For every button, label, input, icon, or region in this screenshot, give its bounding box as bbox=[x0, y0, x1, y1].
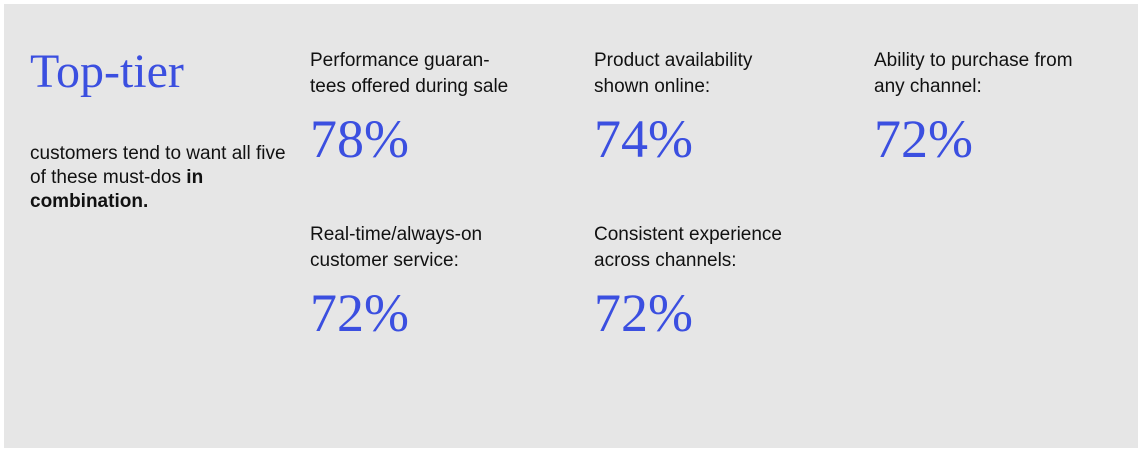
stat-label: Product availability shown online: bbox=[594, 50, 753, 97]
infographic-panel: Top-tier customers tend to want all five… bbox=[4, 4, 1138, 448]
stat-performance-guarantees: Performance guaran- tees offered during … bbox=[310, 48, 580, 166]
stat-label: Ability to purchase from any channel: bbox=[874, 50, 1073, 97]
headline: Top-tier bbox=[30, 45, 184, 98]
stat-product-availability: Product availability shown online: 74% bbox=[594, 48, 864, 166]
description-text: customers tend to want all five of these… bbox=[30, 143, 286, 188]
stat-label: Real-time/always-on customer service: bbox=[310, 224, 483, 271]
stat-value: 72% bbox=[310, 283, 409, 343]
stat-value: 78% bbox=[310, 109, 409, 169]
stat-customer-service: Real-time/always-on customer service: 72… bbox=[310, 222, 580, 340]
stat-label: Consistent experience across channels: bbox=[594, 224, 782, 271]
stat-consistent-experience: Consistent experience across channels: 7… bbox=[594, 222, 864, 340]
stat-purchase-any-channel: Ability to purchase from any channel: 72… bbox=[874, 48, 1142, 166]
description: customers tend to want all five of these… bbox=[30, 142, 292, 214]
stat-value: 72% bbox=[874, 109, 973, 169]
stat-value: 72% bbox=[594, 283, 693, 343]
stat-label: Performance guaran- tees offered during … bbox=[310, 50, 509, 97]
stat-value: 74% bbox=[594, 109, 693, 169]
